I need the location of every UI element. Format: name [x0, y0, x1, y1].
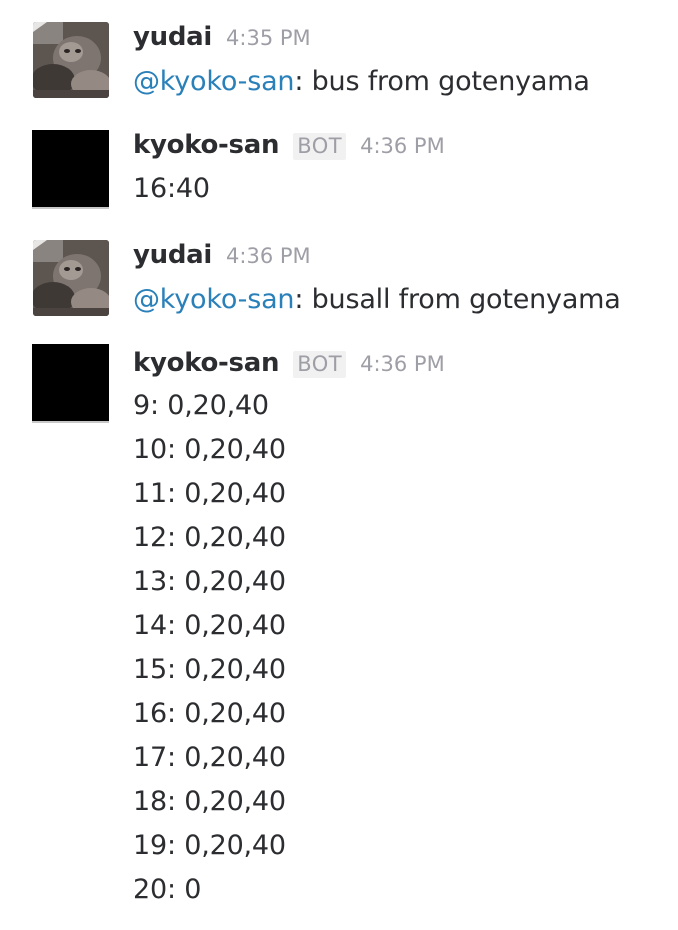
timetable-line: 15: 0,20,40 — [133, 654, 286, 685]
message-body: : bus from gotenyama — [294, 66, 590, 97]
timetable-line: 13: 0,20,40 — [133, 566, 286, 597]
avatar[interactable] — [33, 240, 109, 316]
message-header: kyoko-san BOT 4:36 PM — [133, 348, 678, 384]
timetable-line: 17: 0,20,40 — [133, 742, 286, 773]
message-text: @kyoko-san: busall from gotenyama — [133, 278, 678, 322]
message-content: kyoko-san BOT 4:36 PM 9: 0,20,40 10: 0,2… — [133, 348, 678, 912]
timestamp[interactable]: 4:36 PM — [360, 352, 445, 376]
user-mention[interactable]: @kyoko-san — [133, 284, 295, 315]
bot-badge: BOT — [293, 351, 347, 378]
timetable-line: 12: 0,20,40 — [133, 522, 286, 553]
message-text: 16:40 — [133, 173, 210, 204]
message-header: yudai 4:36 PM — [133, 240, 678, 276]
message-header: kyoko-san BOT 4:36 PM — [133, 130, 678, 166]
timetable-lines: 9: 0,20,40 10: 0,20,40 11: 0,20,40 12: 0… — [133, 384, 678, 912]
message-content: yudai 4:36 PM @kyoko-san: busall from go… — [133, 240, 678, 322]
user-mention[interactable]: @kyoko-san — [133, 66, 295, 97]
message-header: yudai 4:35 PM — [133, 22, 678, 58]
avatar[interactable] — [33, 22, 109, 98]
username[interactable]: kyoko-san — [133, 348, 279, 378]
timetable-line: 9: 0,20,40 — [133, 390, 269, 421]
username[interactable]: yudai — [133, 240, 212, 270]
timetable-line: 11: 0,20,40 — [133, 478, 286, 509]
username[interactable]: kyoko-san — [133, 130, 279, 160]
timetable-line: 19: 0,20,40 — [133, 830, 286, 861]
timestamp[interactable]: 4:36 PM — [360, 134, 445, 158]
timetable-line: 18: 0,20,40 — [133, 786, 286, 817]
message-content: kyoko-san BOT 4:36 PM 16:40 — [133, 130, 678, 211]
bot-avatar[interactable] — [32, 130, 109, 209]
message-list: yudai 4:35 PM @kyoko-san: bus from goten… — [0, 0, 678, 930]
timetable-line: 20: 0 — [133, 874, 202, 905]
message-text: @kyoko-san: bus from gotenyama — [133, 60, 678, 104]
timetable-line: 16: 0,20,40 — [133, 698, 286, 729]
bot-avatar[interactable] — [32, 344, 109, 423]
message-body: : busall from gotenyama — [294, 284, 621, 315]
timestamp[interactable]: 4:36 PM — [226, 244, 311, 268]
timestamp[interactable]: 4:35 PM — [226, 26, 311, 50]
username[interactable]: yudai — [133, 22, 212, 52]
message-content: yudai 4:35 PM @kyoko-san: bus from goten… — [133, 22, 678, 104]
bot-badge: BOT — [293, 133, 347, 160]
timetable-line: 10: 0,20,40 — [133, 434, 286, 465]
timetable-line: 14: 0,20,40 — [133, 610, 286, 641]
